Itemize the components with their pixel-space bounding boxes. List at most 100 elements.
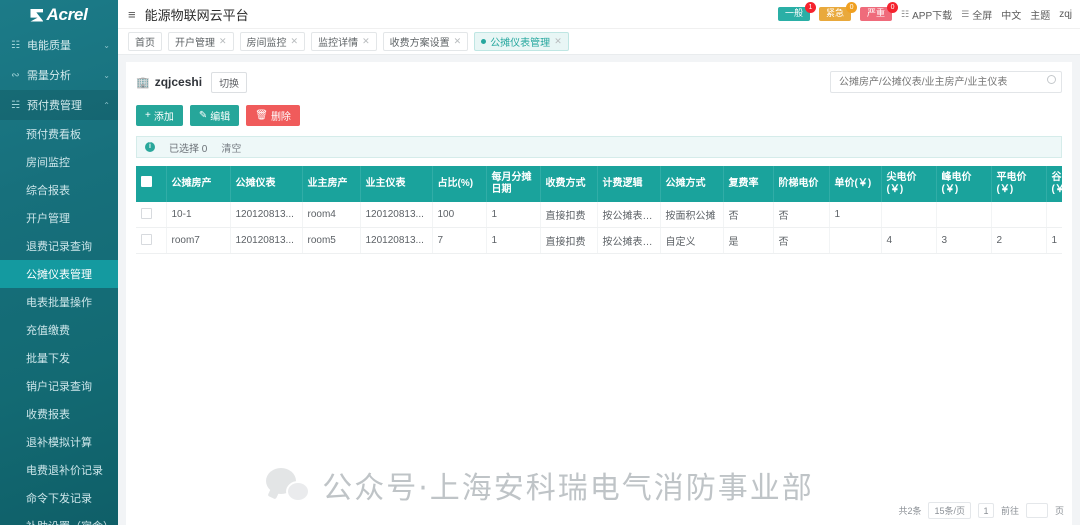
close-icon[interactable]: ✕ <box>454 36 462 47</box>
fullscreen-label: 全屏 <box>972 10 993 22</box>
cell-value: 10-1 <box>171 209 192 220</box>
clear-selection-link[interactable]: 清空 <box>221 140 241 155</box>
sidebar-subitem-12[interactable]: 电费退补价记录 <box>0 456 118 484</box>
tab-label: 公摊仪表管理 <box>490 38 551 49</box>
sidebar-subitem-11[interactable]: 退补模拟计算 <box>0 428 118 456</box>
theme-switch[interactable]: 主题 <box>1030 7 1050 22</box>
tab-2[interactable]: 房间监控 ✕ <box>239 32 306 51</box>
cell-value: 按面积公摊 <box>665 211 716 222</box>
edit-button[interactable]: ✎ 编辑 <box>189 105 240 126</box>
alarm-label: 紧急 <box>826 8 845 18</box>
select-all-checkbox[interactable] <box>141 176 152 188</box>
sidebar-subitem-2[interactable]: 综合报表 <box>0 176 118 204</box>
table-row[interactable]: room7 120120813... room5 120120813... 7 1 直接扣费… <box>136 227 1062 254</box>
table-header-share_mode: 公摊方式 <box>660 166 724 202</box>
public-meter-table: 公摊房产 公摊仪表 业主房产 业主仪表 占比(%) 每月分摊日期 收费方式 计费逻辑 公摊方式 复… <box>136 166 1062 254</box>
app-download-icon: ☷ <box>901 8 910 19</box>
tab-active-dot <box>481 39 487 44</box>
brand-logo[interactable]: Acrel <box>0 0 118 26</box>
table-header-ratio: 占比(%) <box>432 166 487 202</box>
cell-value: 按公摊表单价 <box>602 237 660 248</box>
cell-value: 2 <box>996 235 1003 246</box>
sidebar-item-demand-analysis[interactable]: ∾ 需量分析 ⌄ <box>0 60 118 90</box>
table-body: 10-1 120120813... room4 120120813... 100 1 直接扣… <box>136 202 1062 254</box>
cell-share_mode: 自定义 <box>660 227 724 254</box>
cell-ratio: 100 <box>432 202 487 228</box>
sidebar-subitem-1[interactable]: 房间监控 <box>0 148 118 176</box>
selected-text: 已选择 0 <box>169 140 207 155</box>
delete-button[interactable]: 🗑 删除 <box>246 105 300 126</box>
table-header-check <box>136 166 167 202</box>
sidebar-subitem-4[interactable]: 退费记录查询 <box>0 232 118 260</box>
table-header-peak_price: 峰电价(￥) <box>936 166 992 202</box>
table-header-public_meter: 公摊仪表 <box>230 166 303 202</box>
cell-value: 1 <box>491 235 498 246</box>
alarm-badge-urgent[interactable]: 紧急 0 <box>819 2 858 21</box>
sidebar-subitem-6[interactable]: 电表批量操作 <box>0 288 118 316</box>
page-number[interactable]: 1 <box>977 503 994 518</box>
sidebar-subitem-10[interactable]: 收费报表 <box>0 400 118 428</box>
tab-4[interactable]: 收费方案设置 ✕ <box>382 32 469 51</box>
tab-1[interactable]: 开户管理 ✕ <box>168 32 234 51</box>
search-icon[interactable] <box>1047 75 1056 84</box>
menu-toggle-icon[interactable]: ≡ <box>128 7 136 22</box>
sidebar-item-power-quality[interactable]: ☷ 电能质量 ⌄ <box>0 30 118 60</box>
cell-tip_price: 4 <box>881 227 937 254</box>
goto-input[interactable] <box>1025 503 1048 518</box>
tab-3[interactable]: 监控详情 ✕ <box>311 32 377 51</box>
row-checkbox[interactable] <box>141 207 152 219</box>
sidebar-subitem-8[interactable]: 批量下发 <box>0 344 118 372</box>
table-header-label: 业主房产 <box>307 177 348 189</box>
sidebar-subitem-3[interactable]: 开户管理 <box>0 204 118 232</box>
close-icon[interactable]: ✕ <box>219 36 227 47</box>
sidebar-subitem-14[interactable]: 补助设置（宿舍） <box>0 512 118 525</box>
cell-monthly_day: 1 <box>486 202 541 228</box>
switch-project-button[interactable]: 切换 <box>211 71 248 93</box>
table-row[interactable]: 10-1 120120813... room4 120120813... 100 1 直接扣… <box>136 202 1062 228</box>
cell-value: 3 <box>941 235 948 246</box>
fullscreen-button[interactable]: ☰ 全屏 <box>961 7 992 22</box>
sidebar-subitem-9[interactable]: 销户记录查询 <box>0 372 118 400</box>
cell-value: 100 <box>437 209 455 220</box>
sidebar-subitem-13[interactable]: 命令下发记录 <box>0 484 118 512</box>
alarm-label: 严重 <box>867 8 886 18</box>
cell-value: 120120813... <box>235 209 294 220</box>
alarm-badge-general[interactable]: 一般 1 <box>777 2 816 21</box>
sidebar-subitem-label: 销户记录查询 <box>26 381 92 393</box>
sidebar-subitem-label: 收费报表 <box>26 409 70 421</box>
cell-value: 1 <box>834 209 841 220</box>
close-icon[interactable]: ✕ <box>291 36 299 47</box>
close-icon[interactable]: ✕ <box>554 36 562 47</box>
sidebar-subitem-label: 充值缴费 <box>26 325 70 337</box>
close-icon[interactable]: ✕ <box>362 36 370 47</box>
sidebar-subitem-label: 退费记录查询 <box>26 241 92 253</box>
alarm-badge-severe[interactable]: 严重 0 <box>860 2 899 21</box>
row-checkbox[interactable] <box>141 233 152 245</box>
cell-value: 7 <box>437 235 444 246</box>
cell-owner_property: room4 <box>302 202 361 228</box>
page-size-select[interactable]: 15条/页 <box>928 502 971 519</box>
table-header-label: 谷电价(￥) <box>1051 171 1063 196</box>
sidebar-submenu: 预付费看板 房间监控 综合报表 开户管理退费记录查询公摊仪表管理 电表批量操作充值缴费批… <box>0 120 118 525</box>
table-header-label: 业主仪表 <box>365 177 406 189</box>
language-switch[interactable]: 中文 <box>1001 7 1021 22</box>
user-menu[interactable]: zqj <box>1059 9 1072 20</box>
add-button[interactable]: + 添加 <box>136 105 183 126</box>
goto-label: 前往 <box>1000 506 1019 516</box>
project-name: zqjceshi <box>154 75 203 89</box>
cell-unit_price <box>829 227 882 254</box>
search-input[interactable] <box>830 71 1062 93</box>
sidebar-subitem-7[interactable]: 充值缴费 <box>0 316 118 344</box>
sidebar-item-prepay-management[interactable]: ☵ 预付费管理 ⌃ <box>0 90 118 120</box>
cell-value: 120120813... <box>365 235 424 246</box>
sidebar-subitem-5[interactable]: 公摊仪表管理 <box>0 260 118 288</box>
sidebar-subitem-0[interactable]: 预付费看板 <box>0 120 118 148</box>
table-header-public_property: 公摊房产 <box>166 166 231 202</box>
table-header-label: 计费逻辑 <box>602 177 643 189</box>
tab-5[interactable]: 公摊仪表管理 ✕ <box>474 32 569 51</box>
table-header-label: 每月分摊日期 <box>491 171 532 196</box>
selected-count: 0 <box>201 143 208 155</box>
app-download-button[interactable]: ☷ APP下载 <box>901 7 952 22</box>
tab-0[interactable]: 首页 <box>128 32 162 51</box>
cell-value: 直接扣费 <box>545 237 586 248</box>
